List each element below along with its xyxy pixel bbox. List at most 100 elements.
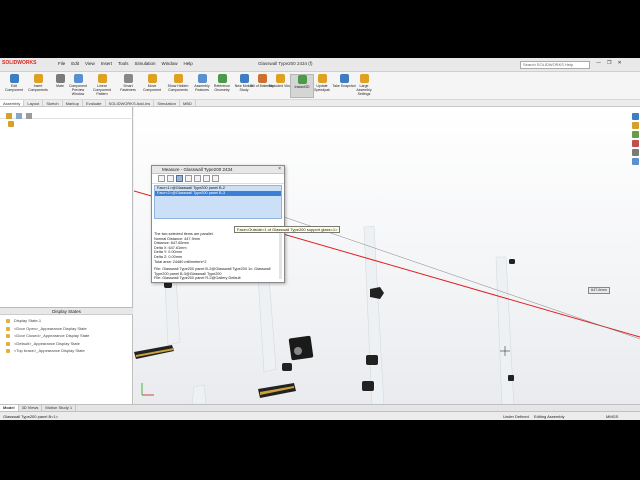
feature-manager-panel: Display States Display State-1 <Door Ope… — [0, 107, 133, 404]
display-state-item[interactable]: Display State-1 — [0, 317, 133, 325]
status-units[interactable]: MMGS — [606, 413, 618, 420]
results-scrollbar[interactable] — [279, 229, 282, 279]
projection-icon[interactable] — [194, 175, 201, 182]
menu-tools[interactable]: Tools — [118, 61, 129, 66]
ribbon-button-label: Linear Component Pattern — [92, 84, 112, 96]
ribbon-button-label: Instant3D — [294, 85, 310, 89]
speedpak-icon — [317, 74, 327, 83]
ribbon-button-label: Move Component — [142, 84, 162, 92]
sensor-icon[interactable] — [212, 175, 219, 182]
selection-tooltip: Face<Outside>1 of Glasswall Type200 supp… — [234, 226, 341, 233]
menu-help[interactable]: Help — [184, 61, 193, 66]
ribbon-button-label: Insert Components — [28, 84, 48, 92]
lock-dial — [294, 347, 302, 355]
clamp — [362, 381, 374, 391]
menu-window[interactable]: Window — [162, 61, 178, 66]
ribbon-button-preview-window[interactable]: Component Preview Window — [66, 74, 90, 96]
close-icon[interactable]: × — [278, 166, 281, 173]
selection-item[interactable]: Face<2>@Glasswall Type200 panel B-3 — [155, 191, 281, 196]
measure-dialog[interactable]: Measure - Glasswall Type200 2434 × Face<… — [151, 165, 285, 283]
task-pane-tabs — [632, 113, 640, 167]
maximize-button[interactable]: ❐ — [607, 60, 611, 66]
result-line: File: Glasswall Type200 panel R-2@Galler… — [154, 276, 241, 281]
ribbon-button-label: Smart Fasteners — [120, 84, 136, 92]
design-library-icon[interactable] — [632, 122, 639, 129]
display-states-header: Display States — [0, 307, 133, 315]
clamp — [282, 363, 292, 371]
menu-view[interactable]: View — [85, 61, 95, 66]
config-tab-icon — [26, 113, 32, 119]
exploded-view-icon — [275, 74, 285, 83]
panel-toolbar — [0, 107, 133, 119]
ribbon-button-edit-component[interactable]: Edit Component — [2, 74, 26, 92]
preview-window-icon — [73, 74, 83, 83]
status-bar: Glasswall Type200 panel B<1> Under Defin… — [0, 411, 640, 420]
large-assembly-icon — [359, 74, 369, 83]
assembly-root-icon[interactable] — [8, 121, 14, 127]
ribbon-button-label: Update Speedpak — [314, 84, 330, 92]
display-states-list: Display State-1 <Door Open>_Appearance D… — [0, 317, 133, 355]
clamp — [508, 375, 514, 381]
command-manager-ribbon: Edit Component Insert Components Mate Compo… — [0, 72, 640, 100]
pattern-icon — [97, 74, 107, 83]
ribbon-button-exploded-view[interactable]: Exploded View — [268, 74, 292, 88]
search-input[interactable]: Search SOLIDWORKS Help — [520, 61, 590, 69]
status-under-defined: Under Defined — [503, 414, 529, 419]
tab-evaluate[interactable]: Evaluate — [83, 100, 106, 106]
display-state-item[interactable]: <Default>_Appearance Display State — [0, 340, 133, 348]
ribbon-button-insert-components[interactable]: Insert Components — [26, 74, 50, 92]
display-state-item[interactable]: <Door Closed>_Appearance Display State — [0, 332, 133, 340]
point-to-point-icon[interactable] — [185, 175, 192, 182]
glass-panel — [495, 256, 515, 404]
tab-addins[interactable]: SOLIDWORKS Add-Ins — [106, 100, 155, 106]
tab-assembly[interactable]: Assembly — [0, 100, 25, 106]
measure-dialog-title: Measure - Glasswall Type200 2434 × — [152, 166, 284, 174]
ribbon-button-fastener[interactable]: Smart Fasteners — [116, 74, 140, 92]
ribbon-button-show-hidden[interactable]: Show Hidden Components — [166, 74, 190, 92]
window-controls: — ❐ ✕ — [596, 60, 622, 66]
ribbon-button-label: Show Hidden Components — [167, 84, 189, 92]
view-palette-icon[interactable] — [632, 140, 639, 147]
property-tab-icon — [16, 113, 22, 119]
tab-sketch[interactable]: Sketch — [43, 100, 63, 106]
history-icon[interactable] — [203, 175, 210, 182]
tab-mbd[interactable]: MBD — [180, 100, 196, 106]
minimize-button[interactable]: — — [596, 60, 601, 66]
resources-icon[interactable] — [632, 113, 639, 120]
ribbon-button-label: Assembly Features — [194, 84, 210, 92]
menu-file[interactable]: File — [58, 61, 65, 66]
show-xyz-icon[interactable] — [176, 175, 183, 182]
tab-markup[interactable]: Markup — [63, 100, 83, 106]
ribbon-button-move[interactable]: Move Component — [140, 74, 164, 92]
clamp — [370, 287, 384, 299]
graphics-viewport[interactable]: Measure - Glasswall Type200 2434 × Face<… — [134, 107, 640, 404]
measure-toolbar — [152, 174, 284, 184]
ribbon-button-reference-geometry[interactable]: Reference Geometry — [210, 74, 234, 92]
selection-list[interactable]: Face<1>@Glasswall Type200 panel B-2 Face… — [154, 185, 282, 219]
file-explorer-icon[interactable] — [632, 131, 639, 138]
status-selection: Glasswall Type200 panel B<1> — [3, 414, 59, 419]
ribbon-button-large-assembly[interactable]: Large Assembly Settings — [352, 74, 376, 96]
custom-properties-icon[interactable] — [632, 158, 639, 165]
menu-edit[interactable]: Edit — [71, 61, 79, 66]
tab-layout[interactable]: Layout — [24, 100, 44, 106]
menu-insert[interactable]: Insert — [101, 61, 112, 66]
solidworks-window: SOLIDWORKS File Edit View Insert Tools S… — [0, 58, 640, 420]
bom-icon — [257, 74, 267, 83]
menu-simulation[interactable]: Simulation — [135, 61, 156, 66]
measure-title-text: Measure - Glasswall Type200 2434 — [162, 167, 233, 172]
display-state-item[interactable]: <Top brace>_Appearance Display State — [0, 347, 133, 355]
dimension-label: 647.6mm — [588, 287, 610, 294]
close-button[interactable]: ✕ — [617, 60, 621, 66]
appearances-icon[interactable] — [632, 149, 639, 156]
tab-simulation[interactable]: Simulation — [154, 100, 180, 106]
display-state-item[interactable]: <Door Open>_Appearance Display State — [0, 325, 133, 333]
ribbon-button-speedpak[interactable]: Update Speedpak — [310, 74, 334, 92]
units-icon[interactable] — [167, 175, 174, 182]
ribbon-button-pattern[interactable]: Linear Component Pattern — [90, 74, 114, 96]
measure-results: The two selected items are parallel. Nor… — [154, 232, 280, 282]
ribbon-button-label: Reference Geometry — [213, 84, 231, 92]
arc-circle-icon[interactable] — [158, 175, 165, 182]
app-logo: SOLIDWORKS — [2, 60, 37, 66]
glass-panel — [363, 225, 385, 404]
